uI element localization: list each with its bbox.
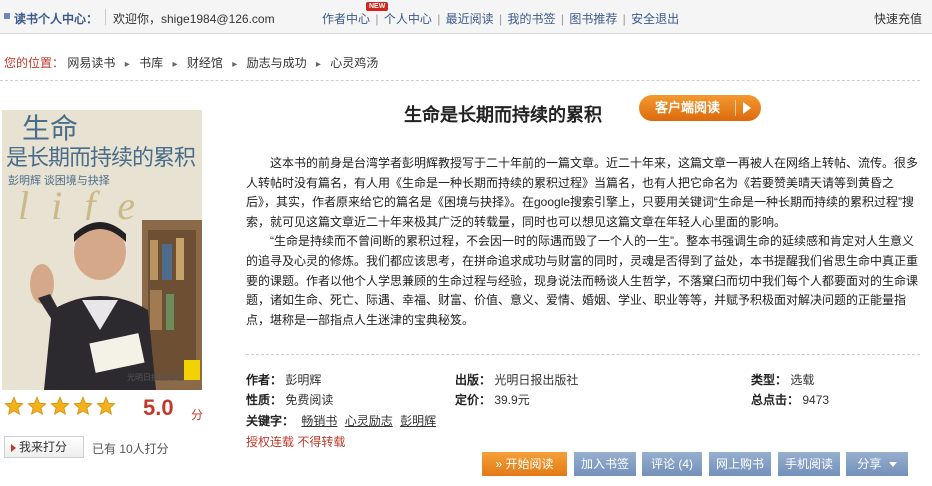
description-paragraph: “生命是持续而不曾间断的累积过程，不会因一时的际遇而毁了一个人的一生”。整本书强… xyxy=(246,234,919,327)
author-photo xyxy=(22,220,202,390)
keyword-tag[interactable]: 心灵励志 xyxy=(345,414,393,428)
rated-count: 已有 10人打分 xyxy=(92,442,169,456)
meta-publisher-label: 出版： xyxy=(455,373,492,387)
nav-logout[interactable]: 安全退出 xyxy=(631,12,679,26)
client-read-label: 客户端阅读 xyxy=(655,100,721,115)
meta-clicks-label: 总点击： xyxy=(751,393,800,407)
meta-author-label: 作者： xyxy=(246,373,283,387)
cover-publisher: 光明日报出版社 xyxy=(127,373,183,382)
cover-title-line1: 生命 xyxy=(22,114,79,145)
chevron-right-icon: ▸ xyxy=(315,59,321,70)
meta-publisher-value: 光明日报出版社 xyxy=(494,373,579,387)
meta-keywords: 关键字： 畅销书 心灵励志 彭明辉 xyxy=(246,412,436,429)
publisher-logo-icon xyxy=(184,360,200,380)
breadcrumb: 您的位置： 网易读书 ▸ 书库 ▸ 财经馆 ▸ 励志与成功 ▸ 心灵鸡汤 xyxy=(4,54,378,71)
nav-my-bookmarks[interactable]: 我的书签 xyxy=(507,12,555,26)
meta-price-value: 39.9元 xyxy=(494,393,530,407)
chevron-right-icon: ▸ xyxy=(232,59,238,70)
share-label: 分享 xyxy=(857,457,882,471)
new-badge: NEW xyxy=(366,2,389,11)
reading-center-title: 读书个人中心： xyxy=(14,12,99,26)
breadcrumb-item[interactable]: 心灵鸡汤 xyxy=(330,56,378,70)
star-icon xyxy=(4,396,24,416)
meta-category-label: 类型： xyxy=(751,373,788,387)
nav-author-center[interactable]: 作者中心 NEW xyxy=(322,2,389,26)
book-cover[interactable]: 生命 是长期而持续的累积 彭明辉 谈困境与抉择 life 光明日报出版社 xyxy=(2,110,202,390)
star-icon xyxy=(96,396,116,416)
license-notice: 授权连载 不得转载 xyxy=(246,435,346,449)
top-nav: 作者中心 NEW | 个人中心 | 最近阅读 | 我的书签 | 图书推荐 | 安全… xyxy=(322,2,679,27)
rating-score: 5.0 xyxy=(143,395,174,420)
meta-category-value: 选载 xyxy=(790,373,815,387)
arrow-right-icon xyxy=(743,102,751,114)
add-bookmark-button[interactable]: 加入书签 xyxy=(574,452,636,476)
breadcrumb-item[interactable]: 励志与成功 xyxy=(247,56,307,70)
meta-nature-label: 性质： xyxy=(246,393,283,407)
nav-personal-center[interactable]: 个人中心 xyxy=(384,12,432,26)
welcome-text: 欢迎你，shige1984@126.com xyxy=(113,12,275,26)
start-reading-button[interactable]: » 开始阅读 xyxy=(482,452,567,476)
nav-separator: | xyxy=(622,12,626,26)
top-bar: 读书个人中心： 欢迎你，shige1984@126.com 作者中心 NEW | … xyxy=(0,0,932,34)
book-description: 这本书的前身是台湾学者彭明辉教授写于二十年前的一篇文章。近二十年来，这篇文章一再… xyxy=(246,154,918,330)
divider xyxy=(735,100,736,116)
mobile-reading-button[interactable]: 手机阅读 xyxy=(778,452,840,476)
share-button[interactable]: 分享 xyxy=(846,452,908,476)
buy-online-button[interactable]: 网上购书 xyxy=(709,452,771,476)
star-icon xyxy=(27,396,47,416)
quick-recharge-link[interactable]: 快速充值 xyxy=(874,10,922,27)
rate-button[interactable]: 我来打分 xyxy=(4,436,84,458)
breadcrumb-item[interactable]: 财经馆 xyxy=(187,56,223,70)
nav-recent-reading[interactable]: 最近阅读 xyxy=(446,12,494,26)
chevron-right-icon: ▸ xyxy=(124,59,130,70)
breadcrumb-item[interactable]: 书库 xyxy=(139,56,163,70)
nav-book-recommend[interactable]: 图书推荐 xyxy=(569,12,617,26)
meta-nature: 性质： 免费阅读 xyxy=(246,391,333,408)
double-chevron-right-icon: » xyxy=(495,457,503,471)
meta-price: 定价： 39.9元 xyxy=(455,391,530,408)
meta-clicks: 总点击： 9473 xyxy=(751,391,829,408)
divider xyxy=(105,9,106,25)
chevron-right-icon: ▸ xyxy=(172,59,178,70)
book-title: 生命是长期而持续的累积 xyxy=(404,105,602,125)
star-icon xyxy=(73,396,93,416)
description-paragraph: 这本书的前身是台湾学者彭明辉教授写于二十年前的一篇文章。近二十年来，这篇文章一再… xyxy=(246,156,919,229)
client-read-button[interactable]: 客户端阅读 xyxy=(639,95,761,121)
nav-author-center-label: 作者中心 xyxy=(322,12,371,26)
divider xyxy=(246,354,920,355)
caret-down-icon xyxy=(888,462,897,468)
keyword-tag[interactable]: 畅销书 xyxy=(301,414,337,428)
cover-title-line2: 是长期而持续的累积 xyxy=(6,145,196,170)
rating-stars xyxy=(4,396,119,420)
nav-separator: | xyxy=(375,12,379,26)
star-icon xyxy=(50,396,70,416)
breadcrumb-item[interactable]: 网易读书 xyxy=(67,56,115,70)
meta-publisher: 出版： 光明日报出版社 xyxy=(455,371,578,388)
meta-author-value[interactable]: 彭明辉 xyxy=(285,373,321,387)
breadcrumb-label: 您的位置： xyxy=(4,56,65,70)
rating-unit: 分 xyxy=(191,408,204,422)
nav-separator: | xyxy=(560,12,564,26)
start-reading-label: 开始阅读 xyxy=(505,457,554,471)
meta-keywords-label: 关键字： xyxy=(246,414,295,428)
meta-category: 类型： 选载 xyxy=(751,371,814,388)
meta-author: 作者： 彭明辉 xyxy=(246,371,321,388)
nav-separator: | xyxy=(499,12,503,26)
rate-button-label: 我来打分 xyxy=(19,440,68,454)
meta-clicks-value: 9473 xyxy=(802,393,830,407)
nav-separator: | xyxy=(437,12,441,26)
divider xyxy=(0,80,920,81)
meta-nature-value: 免费阅读 xyxy=(285,393,334,407)
comments-button[interactable]: 评论 (4) xyxy=(642,452,702,476)
meta-price-label: 定价： xyxy=(455,393,492,407)
arrow-right-icon xyxy=(11,444,16,452)
bullet-square-icon xyxy=(4,13,10,19)
keyword-tag[interactable]: 彭明辉 xyxy=(400,414,436,428)
